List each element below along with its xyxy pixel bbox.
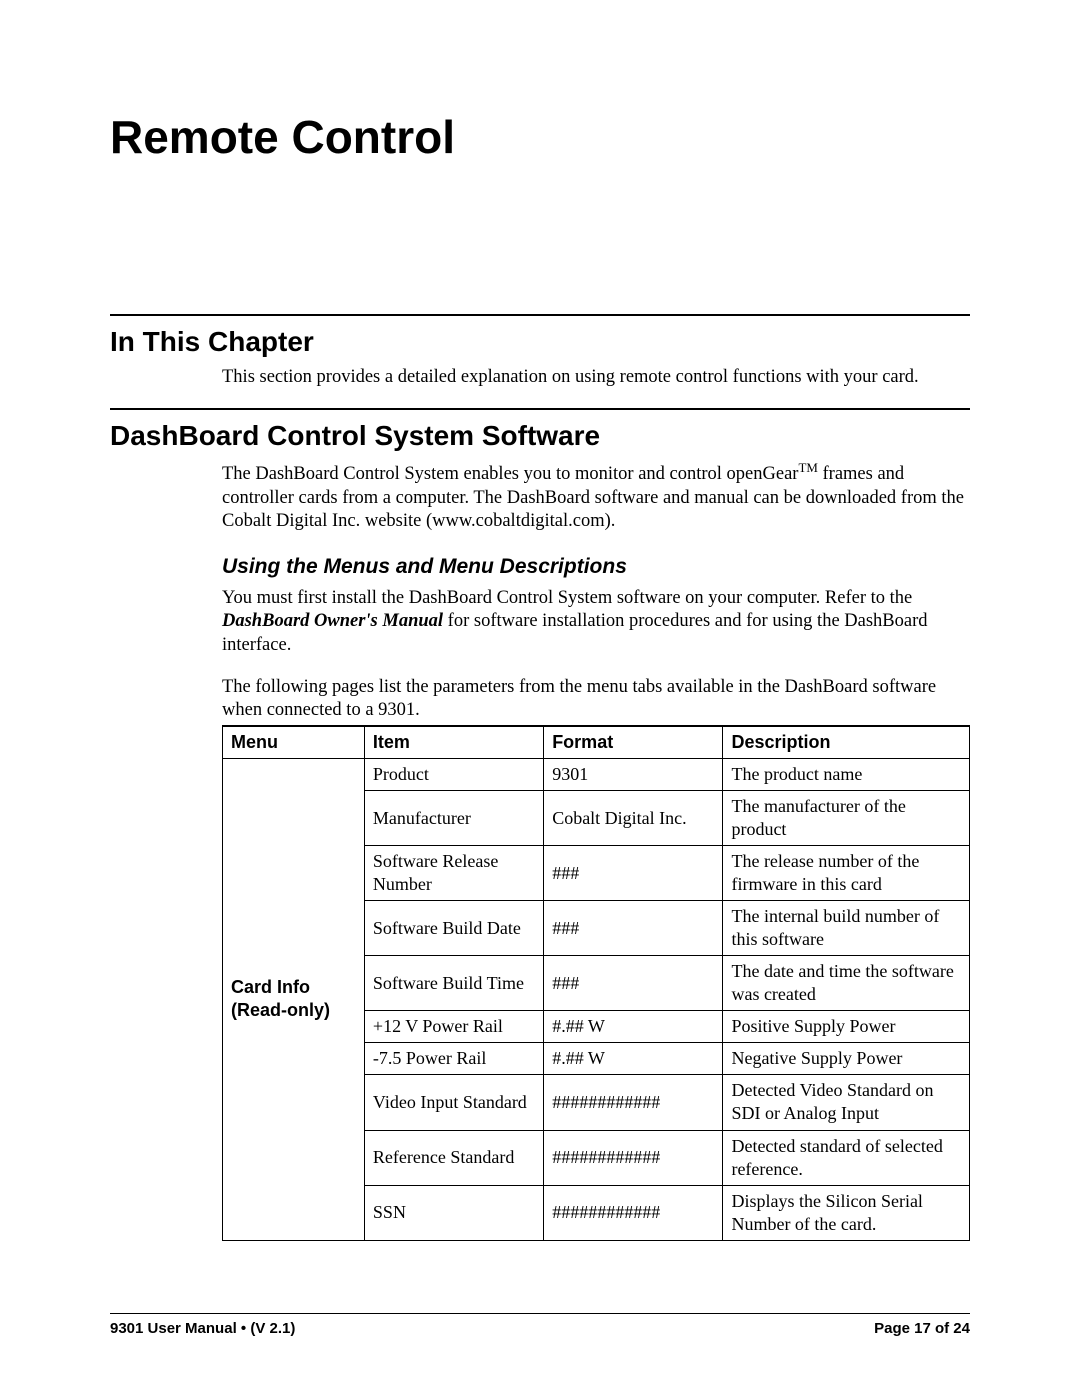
table-header-row: Menu Item Format Description <box>223 726 970 759</box>
cell-item: Software Build Date <box>364 901 543 956</box>
section-heading-dashboard: DashBoard Control System Software <box>110 420 970 452</box>
cell-format: #.## W <box>544 1043 723 1075</box>
cell-format: ### <box>544 846 723 901</box>
cell-item: +12 V Power Rail <box>364 1011 543 1043</box>
th-description: Description <box>723 726 970 759</box>
cell-format: #.## W <box>544 1011 723 1043</box>
divider <box>110 314 970 316</box>
cell-format: ### <box>544 956 723 1011</box>
cell-format: ############ <box>544 1075 723 1130</box>
intro-pre: The DashBoard Control System enables you… <box>222 464 798 484</box>
cell-item: Product <box>364 759 543 791</box>
cell-format: ############ <box>544 1185 723 1240</box>
th-item: Item <box>364 726 543 759</box>
dashboard-intro: The DashBoard Control System enables you… <box>222 460 970 534</box>
cell-item: Manufacturer <box>364 791 543 846</box>
footer-manual-version: 9301 User Manual • (V 2.1) <box>110 1320 295 1337</box>
chapter-title: Remote Control <box>110 110 970 164</box>
cell-format: 9301 <box>544 759 723 791</box>
cell-desc: Detected Video Standard on SDI or Analog… <box>723 1075 970 1130</box>
cell-desc: Positive Supply Power <box>723 1011 970 1043</box>
p1-pre: You must first install the DashBoard Con… <box>222 588 912 608</box>
cell-item: Software Release Number <box>364 846 543 901</box>
menu-label-line1: Card Info <box>231 977 310 997</box>
cell-desc: The internal build number of this softwa… <box>723 901 970 956</box>
cell-desc: The release number of the firmware in th… <box>723 846 970 901</box>
dashboard-p2: The following pages list the parameters … <box>222 676 970 723</box>
owners-manual-ref: DashBoard Owner's Manual <box>222 611 443 631</box>
cell-item: Video Input Standard <box>364 1075 543 1130</box>
cell-item: Software Build Time <box>364 956 543 1011</box>
menu-cell: Card Info (Read-only) <box>223 759 365 1241</box>
section-heading-in-this-chapter: In This Chapter <box>110 326 970 358</box>
cell-item: Reference Standard <box>364 1130 543 1185</box>
table-body: Card Info (Read-only) Product 9301 The p… <box>223 759 970 1241</box>
th-format: Format <box>544 726 723 759</box>
cell-item: -7.5 Power Rail <box>364 1043 543 1075</box>
cell-desc: Detected standard of selected reference. <box>723 1130 970 1185</box>
cell-format: ############ <box>544 1130 723 1185</box>
dashboard-p1: You must first install the DashBoard Con… <box>222 587 970 658</box>
cell-item: SSN <box>364 1185 543 1240</box>
cell-desc: Displays the Silicon Serial Number of th… <box>723 1185 970 1240</box>
cell-format: ### <box>544 901 723 956</box>
cell-desc: The date and time the software was creat… <box>723 956 970 1011</box>
cell-desc: The product name <box>723 759 970 791</box>
menu-label-line2: (Read-only) <box>231 1000 330 1020</box>
cell-format: Cobalt Digital Inc. <box>544 791 723 846</box>
cell-desc: The manufacturer of the product <box>723 791 970 846</box>
footer-page-number: Page 17 of 24 <box>874 1320 970 1337</box>
table-row: Card Info (Read-only) Product 9301 The p… <box>223 759 970 791</box>
subsection-heading: Using the Menus and Menu Descriptions <box>222 554 970 581</box>
cell-desc: Negative Supply Power <box>723 1043 970 1075</box>
trademark-superscript: TM <box>798 460 817 475</box>
th-menu: Menu <box>223 726 365 759</box>
divider <box>110 408 970 410</box>
page-footer: 9301 User Manual • (V 2.1) Page 17 of 24 <box>110 1313 970 1337</box>
in-this-chapter-body: This section provides a detailed explana… <box>222 366 970 390</box>
parameter-table: Menu Item Format Description Card Info (… <box>222 725 970 1241</box>
